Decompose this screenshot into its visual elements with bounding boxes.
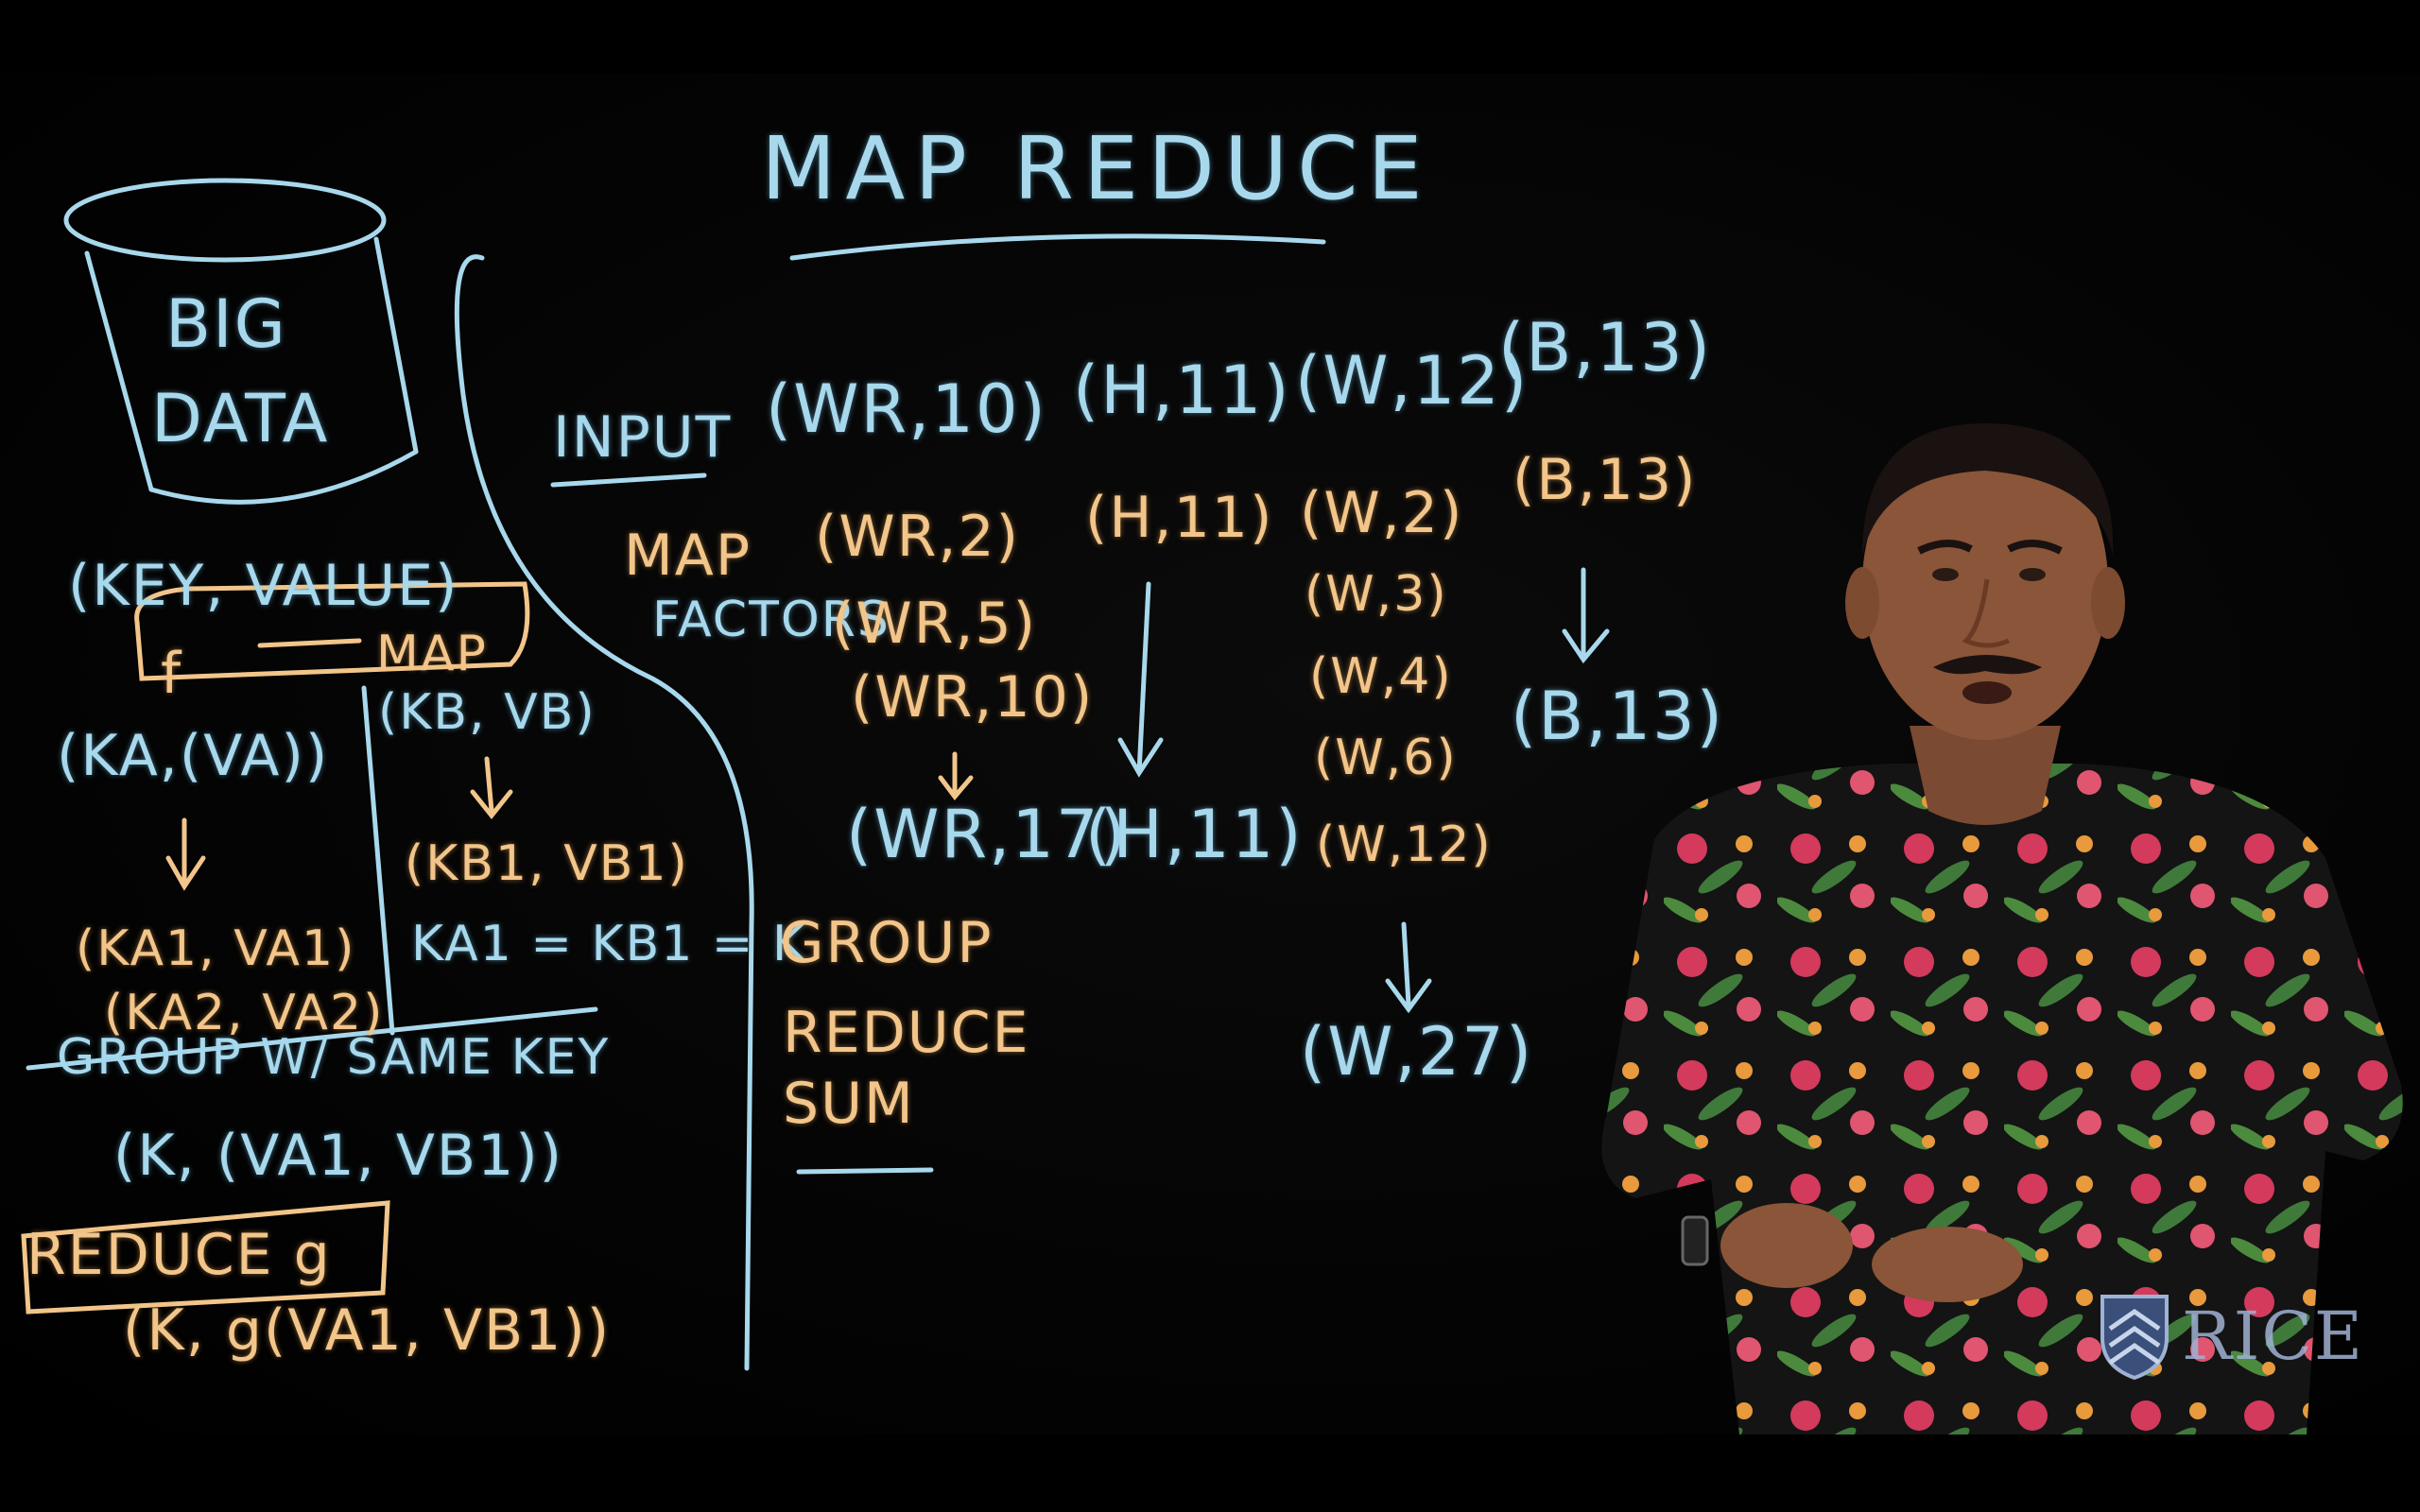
w-map-2: (W,3) (1305, 566, 1448, 623)
group-row-label: GROUP (780, 910, 994, 976)
map-function-label: MAP (376, 626, 488, 682)
map-row-label: MAP (624, 523, 752, 589)
h-arrow (1117, 581, 1164, 778)
group-same-key-label: GROUP W/ SAME KEY (57, 1029, 611, 1086)
left-hand (1720, 1203, 1853, 1288)
w-result: (W,27) (1300, 1013, 1534, 1091)
kb-vb-label: (KB, VB) (378, 684, 596, 741)
w-map-3: (W,4) (1309, 648, 1453, 705)
h-input: (H,11) (1073, 352, 1291, 429)
database-top (63, 178, 387, 263)
h-map-1: (H,11) (1085, 485, 1274, 551)
rice-logo-text: RICE (2182, 1297, 2365, 1375)
database-bottom (148, 449, 419, 505)
w-input: (W,12) (1295, 342, 1530, 420)
w-arrow (1385, 921, 1432, 1014)
ka-va-label: (KA,(VA)) (57, 723, 330, 789)
wr-arrow (938, 751, 974, 801)
key-value-label: (KEY, VALUE) (68, 553, 459, 619)
reduce-row-label: REDUCE (783, 1000, 1030, 1066)
data-label: DATA (151, 380, 330, 457)
input-label: INPUT (553, 404, 733, 471)
h-result: (H,11) (1085, 796, 1304, 873)
input-underline (550, 472, 707, 488)
wristwatch (1681, 1215, 1709, 1266)
k-va-vb-label: (K, (VA1, VB1)) (113, 1123, 564, 1189)
database-side-left (84, 250, 154, 492)
k-g-label: (K, g(VA1, VB1)) (123, 1297, 612, 1364)
letterbox-bottom (0, 1435, 2420, 1512)
presenter-figure (1601, 423, 2403, 1435)
reduce-g-label: REDUCE g (26, 1222, 332, 1288)
key-equality-label: KA1 = KB1 = K (411, 916, 807, 972)
w-map-1: (W,2) (1300, 480, 1464, 546)
wr-map-1: (WR,2) (815, 504, 1021, 570)
database-side-right (373, 236, 419, 455)
letterbox-top (0, 0, 2420, 74)
wr-input: (WR,10) (766, 370, 1047, 448)
f-map-dash (257, 638, 362, 648)
big-label: BIG (165, 285, 287, 363)
board-title: MAP REDUCE (761, 118, 1432, 219)
rice-logo: RICE (2097, 1291, 2364, 1382)
rice-shield-icon (2100, 1295, 2169, 1381)
left-arrow-1 (165, 817, 206, 891)
ka1-va1-label: (KA1, VA1) (76, 920, 356, 977)
right-hand (1872, 1227, 2023, 1302)
w-map-4: (W,6) (1314, 730, 1458, 786)
kb1-vb1-label: (KB1, VB1) (405, 835, 689, 892)
wr-map-3: (WR,10) (851, 664, 1095, 730)
sum-underline (796, 1167, 934, 1175)
title-underline (789, 233, 1326, 261)
sum-row-label: SUM (783, 1071, 915, 1137)
left-arrow-2 (470, 756, 513, 820)
wr-map-2: (WR,5) (832, 591, 1038, 657)
w-map-5: (W,12) (1316, 816, 1493, 873)
f-label: f (161, 641, 183, 707)
lightboard: MAP REDUCE BIG DATA (KEY, VALUE) f MAP (… (0, 74, 2420, 1435)
